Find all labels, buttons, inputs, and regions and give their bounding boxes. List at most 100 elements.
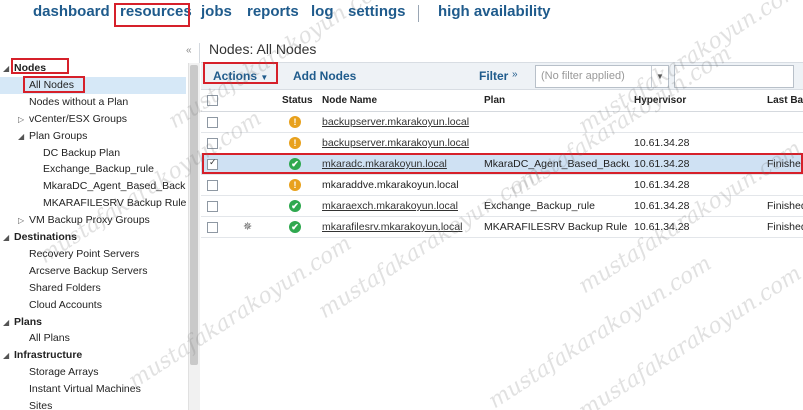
sidebar: « ◢ Nodes All Nodes Nodes without a Plan ▷ vC… (0, 43, 200, 410)
filter-placeholder: (No filter applied) (541, 70, 625, 82)
status-warning-icon: ! (289, 137, 301, 149)
tree-item[interactable]: Sites (0, 398, 186, 410)
table-row[interactable]: ! mkaraddve.mkarakoyun.local 10.61.34.28 (201, 175, 803, 196)
row-checkbox[interactable] (207, 138, 218, 149)
collapse-sidebar-icon[interactable]: « (186, 45, 192, 56)
tree-item[interactable]: MkaraDC_Agent_Based_Backup_ (0, 178, 186, 195)
row-checkbox[interactable] (207, 180, 218, 191)
tree-item[interactable]: Instant Virtual Machines (0, 381, 186, 398)
table-row[interactable]: ! backupserver.mkarakoyun.local (201, 112, 803, 133)
tree-section[interactable]: ◢ Nodes (0, 60, 186, 77)
collapsed-caret-icon[interactable]: ▷ (18, 111, 24, 128)
tree-item-label: vCenter/ESX Groups (29, 112, 128, 125)
tree-item[interactable]: Nodes without a Plan (0, 94, 186, 111)
status-ok-icon: ✔ (289, 200, 301, 212)
tree-item[interactable]: Arcserve Backup Servers (0, 263, 186, 280)
tree-item-label: Sites (29, 400, 53, 410)
table-row[interactable]: ✔ mkaraexch.mkarakoyun.local Exchange_Back… (201, 196, 803, 217)
hypervisor-cell: 10.61.34.28 (634, 158, 690, 170)
expanded-caret-icon[interactable]: ◢ (3, 60, 9, 77)
tree-item-label: Nodes without a Plan (29, 95, 129, 108)
node-name-cell[interactable]: mkarafilesrv.mkarakoyun.local (322, 221, 478, 233)
tree-item-label: VM Backup Proxy Groups (29, 214, 150, 227)
tree-item[interactable]: ◢ Plan Groups (0, 128, 186, 145)
expanded-caret-icon[interactable]: ◢ (3, 229, 9, 246)
nav-reports[interactable]: reports (247, 3, 299, 20)
tree-item-label: All Nodes (29, 78, 74, 91)
chevron-down-icon[interactable]: ▼ (651, 66, 668, 87)
tree-item[interactable]: ▷ VM Backup Proxy Groups (0, 212, 186, 229)
table-row[interactable]: ✔ mkaradc.mkarakoyun.local MkaraDC_Agent_B… (201, 154, 803, 175)
collapsed-caret-icon[interactable]: ▷ (18, 212, 24, 229)
tree-item[interactable]: Storage Arrays (0, 364, 186, 381)
tree-item-label: Infrastructure (14, 349, 83, 362)
tree-item[interactable]: Recovery Point Servers (0, 246, 186, 263)
double-chevron-down-icon[interactable]: » (512, 69, 518, 80)
filter-button[interactable]: Filter (479, 69, 508, 83)
tree-item[interactable]: DC Backup Plan (0, 145, 186, 162)
table-row[interactable]: ! backupserver.mkarakoyun.local 10.61.34.2… (201, 133, 803, 154)
tree-item[interactable]: Exchange_Backup_rule (0, 161, 186, 178)
sidebar-scroll-thumb[interactable] (190, 65, 198, 365)
actions-menu-button[interactable]: Actions ▼ (213, 69, 268, 83)
tree-item-label: Arcserve Backup Servers (29, 264, 148, 277)
nav-jobs[interactable]: jobs (201, 3, 232, 20)
node-name-cell[interactable]: mkaradc.mkarakoyun.local (322, 158, 478, 170)
grid-header: Status Node Name Plan Hypervisor Last Ba… (201, 90, 803, 112)
expanded-caret-icon[interactable]: ◢ (18, 128, 24, 145)
select-all-checkbox[interactable] (207, 95, 218, 106)
column-header-plan[interactable]: Plan (484, 95, 505, 106)
tree-item-label: MKARAFILESRV Backup Rule (43, 197, 186, 210)
row-checkbox[interactable] (207, 222, 218, 233)
nav-settings[interactable]: settings (348, 3, 406, 20)
tree-item[interactable]: All Nodes (0, 76, 186, 94)
filter-select[interactable]: (No filter applied) ▼ (535, 65, 669, 88)
add-nodes-button[interactable]: Add Nodes (293, 69, 356, 83)
tree-item[interactable]: All Plans (0, 330, 186, 347)
column-header-hypervisor[interactable]: Hypervisor (634, 95, 686, 106)
tree-item[interactable]: MKARAFILESRV Backup Rule (0, 195, 186, 212)
tree-item[interactable]: ▷ vCenter/ESX Groups (0, 111, 186, 128)
expanded-caret-icon[interactable]: ◢ (3, 314, 9, 331)
table-row[interactable]: ✵ ✔ mkarafilesrv.mkarakoyun.local MKARAFILE… (201, 217, 803, 238)
tree-section[interactable]: ◢ Infrastructure (0, 347, 186, 364)
row-checkbox[interactable] (207, 201, 218, 212)
tree-section[interactable]: ◢ Destinations (0, 229, 186, 246)
plan-cell: Exchange_Backup_rule (484, 200, 595, 212)
tree-item-label: All Plans (29, 332, 70, 345)
main-panel: Nodes: All Nodes Actions ▼ Add Nodes Fil… (201, 31, 803, 410)
tree-section[interactable]: ◢ Plans (0, 314, 186, 331)
tree-item-label: Plans (14, 315, 43, 328)
node-name-cell[interactable]: backupserver.mkarakoyun.local (322, 137, 478, 149)
nav-high-availability[interactable]: high availability (438, 3, 551, 20)
row-checkbox[interactable] (207, 157, 218, 170)
nav-resources[interactable]: resources (120, 3, 192, 20)
toolbar: Actions ▼ Add Nodes Filter » (No filter … (201, 62, 803, 90)
tree-item-label: Plan Groups (29, 129, 88, 142)
tree-item-label: Cloud Accounts (29, 298, 102, 311)
status-warning-icon: ! (289, 116, 301, 128)
node-name-cell[interactable]: backupserver.mkarakoyun.local (322, 116, 478, 128)
node-name-cell: mkaraddve.mkarakoyun.local (322, 179, 459, 191)
top-navigation: dashboard resources jobs reports log set… (0, 0, 803, 31)
tree-item-label: Destinations (14, 231, 78, 243)
hypervisor-cell: 10.61.34.28 (634, 179, 690, 191)
row-checkbox[interactable] (207, 117, 218, 128)
nav-log[interactable]: log (311, 3, 334, 20)
status-ok-icon: ✔ (289, 158, 301, 170)
plan-cell: MkaraDC_Agent_Based_Backup_ (484, 158, 630, 170)
search-input[interactable] (674, 65, 794, 88)
tree-item[interactable]: Cloud Accounts (0, 297, 186, 314)
tree-item[interactable]: Shared Folders (0, 280, 186, 297)
column-header-status[interactable]: Status (282, 95, 313, 106)
column-header-node-name[interactable]: Node Name (322, 95, 377, 106)
tree-item-label: MkaraDC_Agent_Based_Backup_ (43, 180, 186, 193)
nav-dashboard[interactable]: dashboard (33, 3, 110, 20)
loading-spinner-icon: ✵ (243, 221, 253, 233)
tree-item-label: DC Backup Plan (43, 146, 121, 159)
tree-item-label: Shared Folders (29, 281, 101, 294)
expanded-caret-icon[interactable]: ◢ (3, 347, 9, 364)
column-header-last-backup[interactable]: Last Bac (767, 95, 803, 106)
node-name-cell[interactable]: mkaraexch.mkarakoyun.local (322, 200, 478, 212)
actions-label: Actions (213, 69, 258, 83)
